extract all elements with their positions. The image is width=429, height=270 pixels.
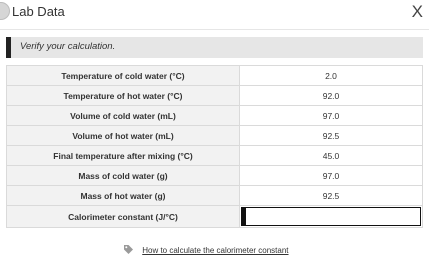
row-value: 92.5 [239,185,423,206]
row-value: 97.0 [239,165,423,186]
row-label: Volume of cold water (mL) [6,105,240,126]
window-title: Lab Data [12,4,65,19]
row-value: 2.0 [239,65,423,86]
row-label: Volume of hot water (mL) [6,125,240,146]
row-label: Mass of hot water (g) [6,185,240,206]
title-divider [0,29,429,30]
title-bar: Lab Data X [0,0,429,26]
lab-data-dialog: Lab Data X Verify your calculation. Temp… [0,0,429,270]
instruction-banner: Verify your calculation. [6,37,423,58]
help-link-text[interactable]: How to calculate the calorimeter constan… [142,246,288,255]
table-row: Temperature of cold water (°C) 2.0 [6,65,423,86]
table-row: Volume of hot water (mL) 92.5 [6,125,423,146]
row-value: 92.0 [239,85,423,106]
row-label: Temperature of hot water (°C) [6,85,240,106]
row-value: 97.0 [239,105,423,126]
calorimeter-constant-input[interactable] [241,207,421,226]
table-row: Mass of hot water (g) 92.5 [6,185,423,206]
help-link[interactable]: How to calculate the calorimeter constan… [123,244,289,257]
calorimeter-constant-label: Calorimeter constant (J/°C) [6,205,240,228]
banner-text: Verify your calculation. [20,41,116,52]
row-label: Temperature of cold water (°C) [6,65,240,86]
table-row: Volume of cold water (mL) 97.0 [6,105,423,126]
table-row: Temperature of hot water (°C) 92.0 [6,85,423,106]
table-row: Final temperature after mixing (°C) 45.0 [6,145,423,166]
app-icon [0,2,10,20]
row-label: Final temperature after mixing (°C) [6,145,240,166]
lab-data-table: Temperature of cold water (°C) 2.0 Tempe… [6,65,423,228]
table-row: Mass of cold water (g) 97.0 [6,165,423,186]
calorimeter-constant-row: Calorimeter constant (J/°C) [6,205,423,228]
close-button[interactable]: X [412,2,423,22]
row-value: 45.0 [239,145,423,166]
row-value: 92.5 [239,125,423,146]
row-label: Mass of cold water (g) [6,165,240,186]
tag-icon [123,244,134,257]
calorimeter-constant-cell [239,205,423,228]
